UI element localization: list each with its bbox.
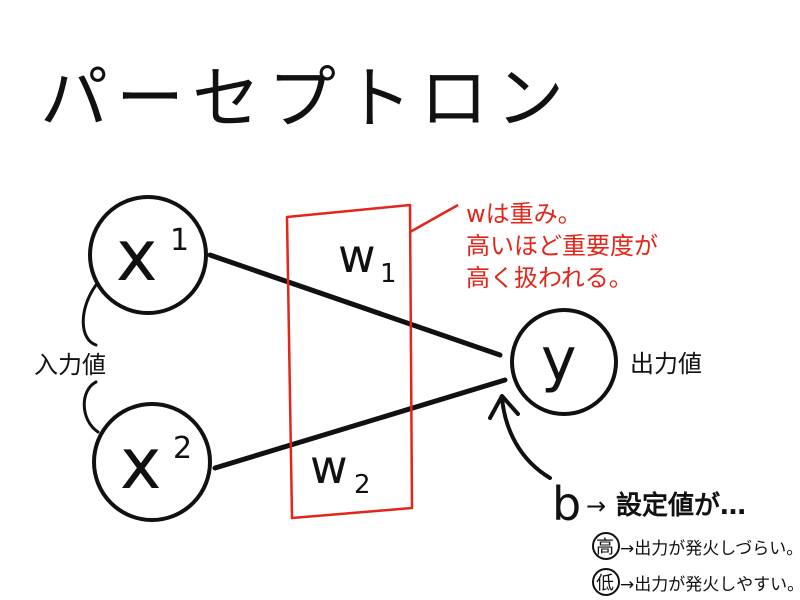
node-x1: x 1 bbox=[88, 195, 208, 315]
node-x1-base: x bbox=[116, 215, 157, 297]
perceptron-diagram: パーセプトロン 入力値 w 1 w 2 x 1 x 2 y 出力値 wは重み。 … bbox=[0, 0, 800, 600]
bias-low: 低 →出力が発火しやすい。 bbox=[592, 568, 800, 596]
weights-note-line-1: wは重み。 bbox=[466, 200, 582, 228]
node-x2-base: x bbox=[120, 423, 161, 505]
bias-heading: b → 設定値が… bbox=[552, 477, 746, 531]
diagram-title: パーセプトロン bbox=[40, 60, 572, 139]
weight-w1-base: w bbox=[338, 229, 376, 283]
bias-heading-arrow: → bbox=[586, 492, 606, 520]
bias-high: 高 →出力が発火しづらい。 bbox=[592, 532, 800, 560]
node-y-label: y bbox=[541, 325, 577, 395]
weight-w2: w 2 bbox=[310, 440, 371, 500]
input-label: 入力値 bbox=[34, 351, 106, 379]
node-x2-sup: 2 bbox=[173, 431, 192, 466]
weight-w2-sub: 2 bbox=[354, 470, 371, 500]
bias-low-mark: 低 bbox=[596, 573, 614, 594]
node-y: y bbox=[510, 308, 618, 416]
weights-note-line-3: 高く扱われる。 bbox=[466, 264, 633, 292]
node-x2: x 2 bbox=[92, 402, 212, 522]
node-x1-sup: 1 bbox=[170, 223, 189, 258]
bias-high-mark: 高 bbox=[596, 537, 614, 558]
weights-note-line-2: 高いほど重要度が bbox=[466, 232, 658, 260]
weight-w2-base: w bbox=[310, 440, 348, 494]
weights-note: wは重み。 高いほど重要度が 高く扱われる。 bbox=[466, 200, 658, 292]
bias-high-text: →出力が発火しづらい。 bbox=[620, 539, 800, 559]
bias-low-text: →出力が発火しやすい。 bbox=[620, 575, 800, 595]
bias-heading-text: 設定値が… bbox=[616, 490, 746, 521]
output-label: 出力値 bbox=[630, 350, 702, 378]
weight-w1: w 1 bbox=[338, 229, 397, 289]
diagram-svg: パーセプトロン 入力値 w 1 w 2 x 1 x 2 y 出力値 wは重み。 … bbox=[34, 60, 800, 596]
bias-symbol: b bbox=[552, 477, 581, 531]
weight-w1-sub: 1 bbox=[380, 259, 397, 289]
edge-x2-y bbox=[212, 377, 508, 471]
note-pointer bbox=[409, 203, 459, 234]
